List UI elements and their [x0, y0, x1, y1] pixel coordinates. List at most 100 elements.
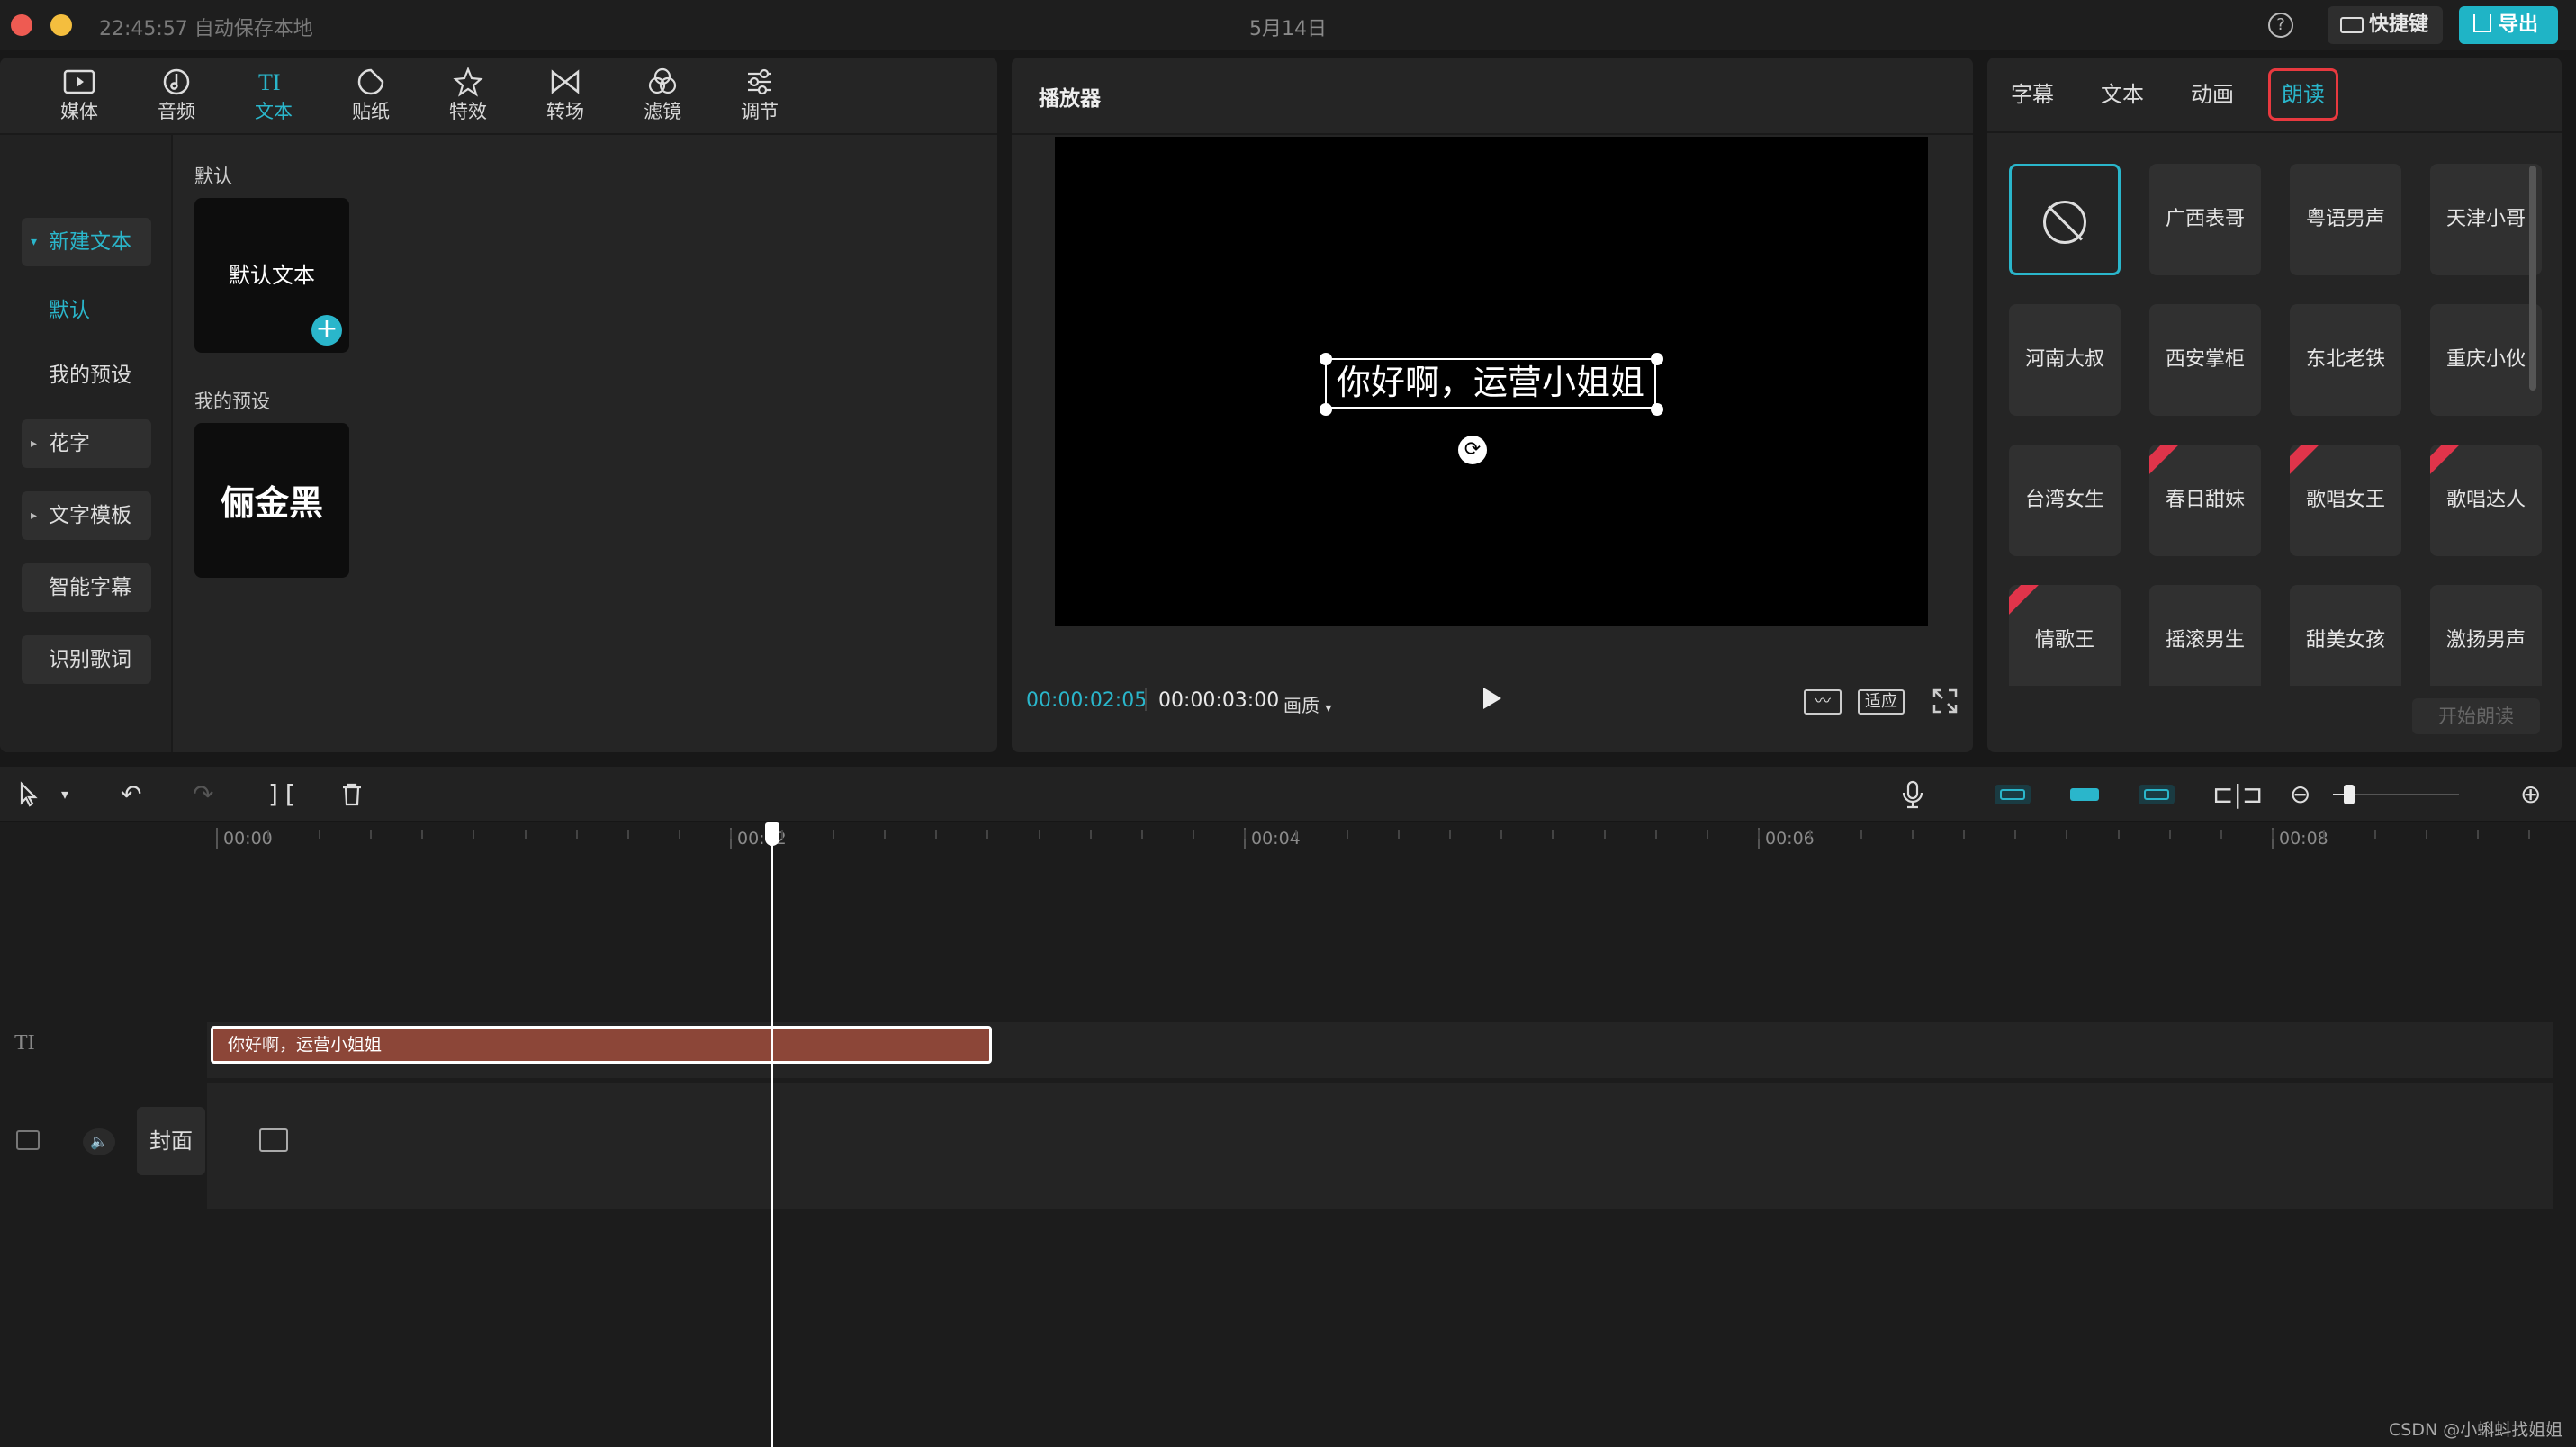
voice-option[interactable]: 春日甜妹 [2149, 445, 2261, 556]
microphone-icon[interactable] [1899, 779, 1926, 810]
fullscreen-icon[interactable] [1932, 688, 1959, 715]
voice-option[interactable]: 摇滚男生 [2149, 585, 2261, 686]
start-read-button[interactable]: 开始朗读 [2412, 698, 2540, 734]
tab-media[interactable]: 媒体 [31, 58, 128, 135]
play-icon[interactable] [1483, 688, 1501, 709]
ruler-minor-tick [421, 830, 423, 839]
resize-handle[interactable] [1651, 403, 1663, 416]
nav-new-text[interactable]: ▾ 新建文本 [22, 218, 151, 266]
voice-option-label: 激扬男声 [2445, 629, 2526, 652]
tab-effects[interactable]: 特效 [419, 58, 517, 135]
playhead[interactable] [771, 822, 773, 1447]
voice-option[interactable]: 甜美女孩 [2290, 585, 2401, 686]
tab-read-aloud[interactable]: 朗读 [2268, 68, 2338, 121]
tab-transition[interactable]: 转场 [517, 58, 614, 135]
tab-filter[interactable]: 滤镜 [614, 58, 711, 135]
rotate-icon[interactable]: ⟳ [1458, 436, 1487, 464]
voice-option[interactable]: 歌唱达人 [2430, 445, 2542, 556]
playhead-handle[interactable] [765, 822, 779, 846]
voice-option[interactable]: 东北老铁 [2290, 304, 2401, 416]
text-clip[interactable]: 你好啊，运营小姐姐 [211, 1026, 992, 1064]
tab-effects-label: 特效 [449, 101, 487, 122]
split-icon[interactable]: ][ [266, 781, 297, 808]
zoom-in-icon[interactable]: ⊕ [2520, 781, 2541, 808]
add-icon[interactable]: + [311, 315, 342, 346]
fit-button[interactable]: 适应 [1858, 689, 1905, 715]
tab-animation[interactable]: 动画 [2185, 68, 2239, 121]
ruler-minor-tick [627, 830, 629, 839]
shortcut-button[interactable]: 快捷键 [2328, 6, 2443, 44]
ruler-minor-tick [473, 830, 474, 839]
new-badge-icon [2430, 445, 2465, 479]
zoom-slider-thumb[interactable] [2344, 785, 2355, 804]
close-window-button[interactable] [11, 14, 32, 36]
preset-my-card[interactable]: 俪金黑 [194, 423, 349, 578]
tab-text-style[interactable]: 文本 [2095, 68, 2149, 121]
caret-down-icon: ▾ [31, 235, 38, 249]
help-icon[interactable]: ? [2268, 13, 2293, 38]
voice-option-label: 天津小哥 [2445, 208, 2526, 230]
voice-option[interactable]: 天津小哥 [2430, 164, 2542, 275]
voice-option[interactable]: 重庆小伙 [2430, 304, 2542, 416]
undo-icon[interactable]: ↶ [121, 781, 141, 808]
select-cursor-icon[interactable] [16, 781, 43, 808]
voice-option[interactable]: 粤语男声 [2290, 164, 2401, 275]
nav-my-presets[interactable]: 我的预设 [22, 351, 151, 400]
ruler-minor-tick [1295, 830, 1297, 839]
delete-icon[interactable] [338, 781, 365, 808]
voice-option[interactable]: 西安掌柜 [2149, 304, 2261, 416]
cover-button[interactable]: 封面 [137, 1107, 205, 1175]
nav-text-templates[interactable]: ▸ 文字模板 [22, 491, 151, 540]
preview-axis-icon[interactable]: ⊏|⊐ [2212, 781, 2263, 808]
linkage-icon[interactable] [2139, 785, 2175, 804]
nav-new-text-label: 新建文本 [49, 230, 131, 254]
inspector-panel: 字幕 文本 动画 朗读 广西表哥 粤语男声 天津小哥河南大叔 西安掌柜 东北老铁 重庆小伙… [1987, 58, 2562, 752]
resize-handle[interactable] [1651, 353, 1663, 365]
asset-panel: 媒体 音频 TI 文本 贴纸 特效 转场 滤镜 调节 ▾ 新建文本 默认 我的预… [0, 58, 997, 752]
nav-default[interactable]: 默认 [22, 286, 151, 335]
ruler-minor-tick [1912, 830, 1914, 839]
caret-down-icon[interactable]: ▾ [61, 781, 68, 808]
voice-option[interactable]: 广西表哥 [2149, 164, 2261, 275]
ruler-minor-tick [2118, 830, 2120, 839]
ruler-minor-tick [1090, 830, 1092, 839]
waveform-icon[interactable]: 〰 [1804, 689, 1842, 715]
nav-smart-subtitles[interactable]: 智能字幕 [22, 563, 151, 612]
tab-text[interactable]: TI 文本 [225, 58, 322, 135]
section-my-presets-title: 我的预设 [194, 391, 270, 412]
ruler-tick-label: 00:08 [2272, 828, 2328, 849]
tab-subtitle[interactable]: 字幕 [2005, 68, 2059, 121]
ruler-minor-tick [986, 830, 988, 839]
scrollbar[interactable] [2529, 166, 2536, 391]
zoom-out-icon[interactable]: ⊖ [2290, 781, 2310, 808]
voice-option[interactable]: 台湾女生 [2009, 445, 2121, 556]
minimize-window-button[interactable] [50, 14, 72, 36]
nav-recognize-lyrics[interactable]: 识别歌词 [22, 635, 151, 684]
caption-text-box[interactable]: 你好啊，运营小姐姐 [1325, 358, 1656, 409]
nav-fancy-text[interactable]: ▸ 花字 [22, 419, 151, 468]
resize-handle[interactable] [1320, 353, 1332, 365]
ruler-minor-tick [267, 830, 269, 839]
export-button[interactable]: 导出 [2459, 6, 2558, 44]
caret-right-icon: ▸ [31, 508, 38, 523]
voice-option[interactable]: 歌唱女王 [2290, 445, 2401, 556]
nav-recognize-lyrics-label: 识别歌词 [49, 648, 131, 671]
speaker-icon[interactable]: 🔈 [83, 1128, 115, 1155]
snap-icon[interactable] [2067, 781, 2103, 808]
voice-option[interactable]: 激扬男声 [2430, 585, 2542, 686]
quality-dropdown[interactable]: 画质 ▾ [1283, 691, 1331, 717]
tab-sticker[interactable]: 贴纸 [322, 58, 419, 135]
tab-adjust[interactable]: 调节 [711, 58, 808, 135]
voice-option[interactable]: 河南大叔 [2009, 304, 2121, 416]
quality-label: 画质 [1283, 695, 1320, 716]
redo-icon[interactable]: ↷ [193, 781, 213, 808]
time-ruler[interactable]: 00:00 00:02 00:04 00:06 00:08 [0, 822, 2576, 858]
timeline: ▾ ↶ ↷ ][ ⊏|⊐ ⊖ ⊕ 00:00 00:02 00:04 00:06 00:… [0, 767, 2576, 1447]
tab-audio[interactable]: 音频 [128, 58, 225, 135]
link-main-track-icon[interactable] [1995, 785, 2031, 804]
voice-option[interactable]: 情歌王 [2009, 585, 2121, 686]
preset-default-text[interactable]: 默认文本 + [194, 198, 349, 353]
video-preview[interactable]: 你好啊，运营小姐姐 ⟳ [1055, 137, 1928, 626]
voice-none[interactable] [2009, 164, 2121, 275]
resize-handle[interactable] [1320, 403, 1332, 416]
